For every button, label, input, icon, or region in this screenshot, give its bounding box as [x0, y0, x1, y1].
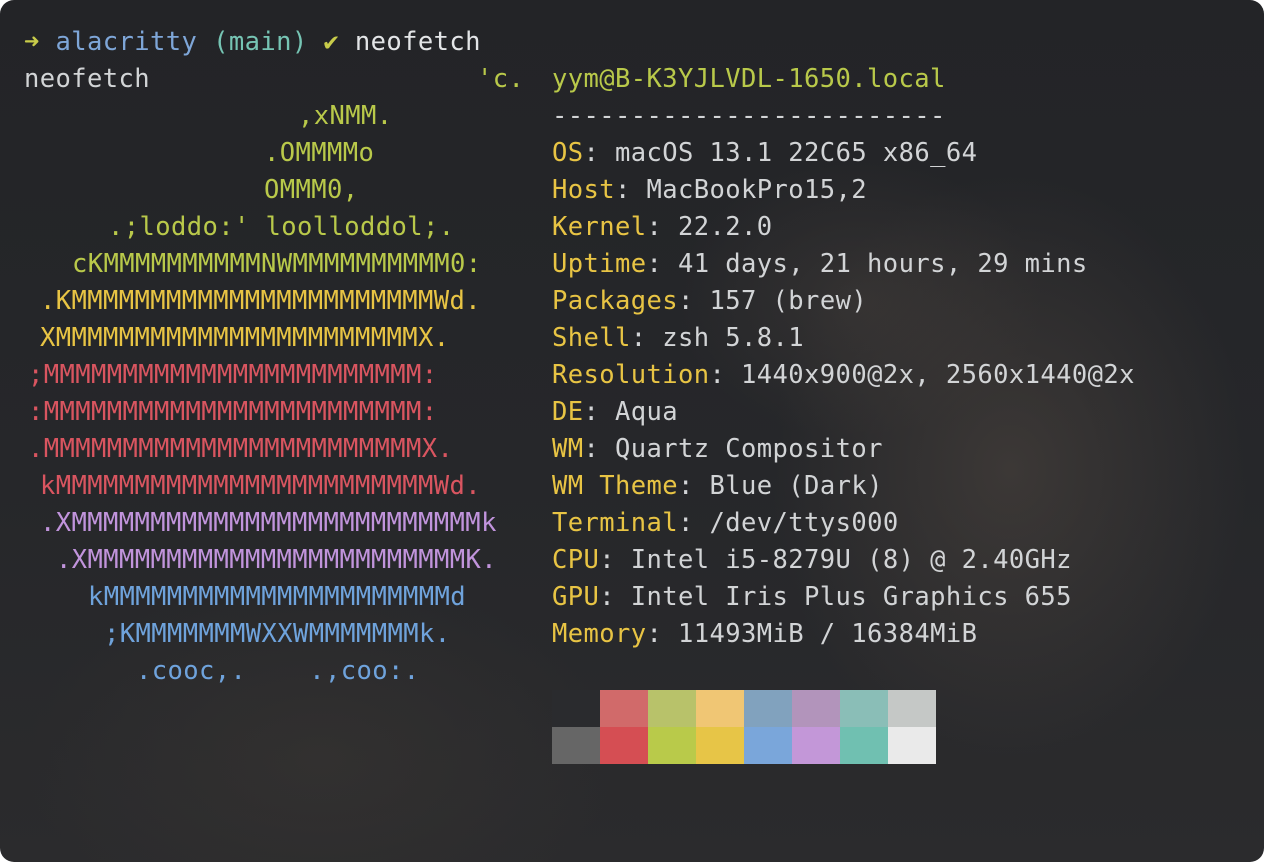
info-value: 11493MiB / 16384MiB [678, 619, 978, 649]
info-value: 1440x900@2x, 2560x1440@2x [741, 360, 1135, 390]
info-row-wm: WM: Quartz Compositor [552, 434, 883, 464]
info-key: WM [552, 434, 584, 464]
palette-bright-swatch-3 [696, 727, 744, 764]
info-key: Shell [552, 323, 631, 353]
palette-normal-swatch-3 [696, 690, 744, 727]
info-row-cpu: CPU: Intel i5-8279U (8) @ 2.40GHz [552, 545, 1072, 575]
info-value: Intel Iris Plus Graphics 655 [630, 582, 1072, 612]
info-key: Terminal [552, 508, 679, 538]
prompt-git-branch: (main) [213, 27, 308, 57]
ascii-art-row: XMMMMMMMMMMMMMMMMMMMMMMMX. [40, 323, 450, 353]
info-row-packages: Packages: 157 (brew) [552, 286, 868, 316]
terminal-window[interactable]: ➜ alacritty (main) ✔ neofetch neofetch '… [0, 0, 1264, 862]
prompt-arrow-icon: ➜ [24, 27, 40, 57]
palette-normal-swatch-2 [648, 690, 696, 727]
palette-bright-swatch-2 [648, 727, 696, 764]
info-fields: OS: macOS 13.1 22C65 x86_64 Host: MacBook… [552, 135, 1135, 653]
prompt-line: ➜ alacritty (main) ✔ neofetch [24, 24, 481, 61]
info-key: DE [552, 397, 584, 427]
palette-row-bright [552, 727, 936, 764]
info-row-shell: Shell: zsh 5.8.1 [552, 323, 805, 353]
palette-normal-swatch-1 [600, 690, 648, 727]
palette-normal-swatch-6 [840, 690, 888, 727]
ascii-art-row: .MMMMMMMMMMMMMMMMMMMMMMMMX. [28, 434, 454, 464]
ascii-art-row: ,xNMM. [298, 101, 393, 131]
info-key: Uptime [552, 249, 647, 279]
info-key: GPU [552, 582, 600, 612]
info-key: Resolution [552, 360, 710, 390]
echo-command-line: neofetch [24, 64, 151, 94]
info-value: Blue (Dark) [709, 471, 883, 501]
color-palette [552, 690, 936, 764]
palette-normal-swatch-0 [552, 690, 600, 727]
ascii-art-row: .;loddo:' loolloddol;. [108, 212, 455, 242]
info-key: Host [552, 175, 616, 205]
palette-bright-swatch-5 [792, 727, 840, 764]
palette-bright-swatch-4 [744, 727, 792, 764]
info-row-kernel: Kernel: 22.2.0 [552, 212, 773, 242]
info-separator: ------------------------- [552, 101, 946, 131]
info-row-uptime: Uptime: 41 days, 21 hours, 29 mins [552, 249, 1088, 279]
info-value: 157 (brew) [709, 286, 868, 316]
terminal-output: ➜ alacritty (main) ✔ neofetch neofetch [24, 24, 481, 98]
info-value: macOS 13.1 22C65 x86_64 [615, 138, 978, 168]
info-row-gpu: GPU: Intel Iris Plus Graphics 655 [552, 582, 1072, 612]
ascii-art-row: :MMMMMMMMMMMMMMMMMMMMMMMM: [28, 397, 438, 427]
info-key: CPU [552, 545, 600, 575]
prompt-check-icon: ✔ [323, 27, 340, 57]
ascii-art-row: .KMMMMMMMMMMMMMMMMMMMMMMMWd. [40, 286, 482, 316]
info-value: /dev/ttys000 [709, 508, 899, 538]
info-key: OS [552, 138, 584, 168]
user-host: yym@B-K3YJLVDL-1650.local [552, 64, 946, 94]
palette-row-normal [552, 690, 936, 727]
ascii-art-row: .XMMMMMMMMMMMMMMMMMMMMMMMMK. [56, 545, 498, 575]
info-key: Kernel [552, 212, 647, 242]
info-row-de: DE: Aqua [552, 397, 679, 427]
ascii-art-row: ;KMMMMMMMWXXWMMMMMMMk. [104, 619, 451, 649]
ascii-art-row: kMMMMMMMMMMMMMMMMMMMMMMd [88, 582, 467, 612]
info-key: Packages [552, 286, 679, 316]
ascii-art-row: OMMM0, [264, 175, 359, 205]
ascii-art-row: 'c. [477, 64, 525, 94]
palette-normal-swatch-4 [744, 690, 792, 727]
ascii-art-row: cKMMMMMMMMMMNWMMMMMMMMMM0: [72, 249, 482, 279]
ascii-art-row: ;MMMMMMMMMMMMMMMMMMMMMMMM: [28, 360, 438, 390]
info-row-terminal: Terminal: /dev/ttys000 [552, 508, 899, 538]
info-value: zsh 5.8.1 [662, 323, 805, 353]
palette-normal-swatch-7 [888, 690, 936, 727]
palette-bright-swatch-7 [888, 727, 936, 764]
info-value: Aqua [615, 397, 679, 427]
info-row-host: Host: MacBookPro15,2 [552, 175, 868, 205]
palette-bright-swatch-1 [600, 727, 648, 764]
ascii-art-row: kMMMMMMMMMMMMMMMMMMMMMMMMWd. [40, 471, 482, 501]
info-row-os: OS: macOS 13.1 22C65 x86_64 [552, 138, 978, 168]
info-value: MacBookPro15,2 [646, 175, 868, 205]
palette-bright-swatch-0 [552, 727, 600, 764]
info-value: Quartz Compositor [615, 434, 883, 464]
ascii-art-row: .XMMMMMMMMMMMMMMMMMMMMMMMMMMk [40, 508, 497, 538]
palette-bright-swatch-6 [840, 727, 888, 764]
info-value: 41 days, 21 hours, 29 mins [678, 249, 1088, 279]
ascii-art-row: .OMMMMo [264, 138, 375, 168]
prompt-command: neofetch [354, 27, 481, 57]
info-value: Intel i5-8279U (8) @ 2.40GHz [630, 545, 1072, 575]
info-row-wm-theme: WM Theme: Blue (Dark) [552, 471, 883, 501]
info-row-memory: Memory: 11493MiB / 16384MiB [552, 619, 978, 649]
info-key: WM Theme [552, 471, 679, 501]
ascii-art-row: .cooc,. .,coo:. [136, 656, 420, 686]
info-row-resolution: Resolution: 1440x900@2x, 2560x1440@2x [552, 360, 1135, 390]
palette-normal-swatch-5 [792, 690, 840, 727]
prompt-directory: alacritty [55, 27, 198, 57]
info-value: 22.2.0 [678, 212, 773, 242]
info-key: Memory [552, 619, 647, 649]
system-info-panel: yym@B-K3YJLVDL-1650.local --------------… [552, 61, 1135, 653]
